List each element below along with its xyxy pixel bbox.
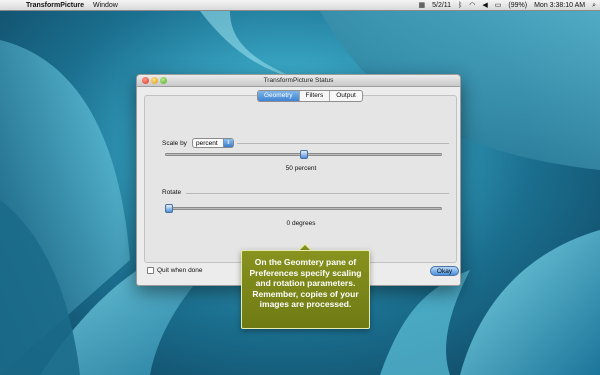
menu-app-name[interactable]: TransformPicture — [26, 2, 84, 9]
rotate-slider-knob[interactable] — [165, 204, 173, 213]
battery-icon[interactable]: ▭ — [495, 0, 502, 11]
volume-icon[interactable]: ◀ — [482, 0, 487, 11]
scale-slider-knob[interactable] — [299, 150, 308, 159]
bluetooth-icon[interactable]: ᛒ — [458, 0, 462, 11]
help-callout: On the Geomtery pane of Preferences spec… — [241, 250, 370, 329]
tab-geometry[interactable]: Geometry — [258, 91, 299, 101]
spotlight-icon[interactable]: ⌕ — [592, 0, 596, 11]
menu-bar: TransformPicture Window ▦ 5/2/11 ᛒ ◠ ◀ ▭… — [0, 0, 600, 11]
quit-when-done-label[interactable]: Quit when done — [157, 267, 203, 274]
geometry-pane — [144, 95, 457, 263]
menu-window[interactable]: Window — [93, 2, 118, 9]
clock[interactable]: Mon 3:38:10 AM — [534, 0, 585, 11]
rotate-slider-track[interactable] — [165, 207, 442, 210]
tab-filters[interactable]: Filters — [298, 91, 330, 101]
scale-value: 50 percent — [285, 165, 317, 172]
rotate-value: 0 degrees — [286, 220, 316, 227]
wifi-icon[interactable]: ◠ — [469, 0, 475, 11]
window-title: TransformPicture Status — [263, 77, 334, 84]
rotate-label: Rotate — [162, 189, 182, 196]
quit-when-done-checkbox[interactable] — [147, 267, 154, 274]
scale-unit-select[interactable]: percent ⇕ — [192, 138, 234, 148]
rotate-separator — [186, 193, 449, 194]
date-display: 5/2/11 — [432, 2, 452, 9]
tab-bar: Geometry Filters Output — [257, 90, 363, 102]
chevron-updown-icon: ⇕ — [223, 139, 233, 147]
scale-unit-value: percent — [196, 140, 218, 147]
okay-button[interactable]: Okay — [430, 266, 459, 276]
battery-percent: (99%) — [508, 2, 528, 9]
spaces-icon[interactable]: ▦ — [419, 0, 426, 11]
tab-output[interactable]: Output — [329, 91, 362, 101]
window-titlebar[interactable]: TransformPicture Status — [137, 75, 460, 87]
scale-label: Scale by — [162, 140, 187, 147]
scale-separator — [237, 143, 449, 144]
